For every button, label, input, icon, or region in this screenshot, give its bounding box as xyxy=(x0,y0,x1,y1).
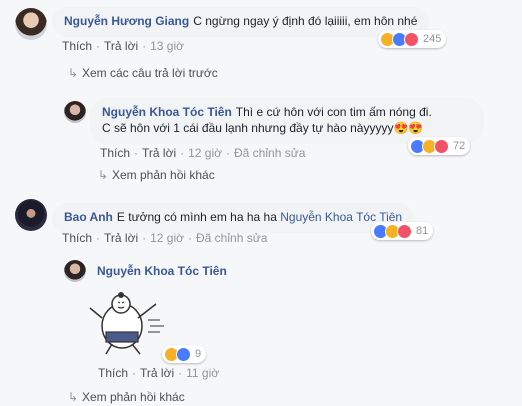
reaction-count: 9 xyxy=(195,348,202,360)
reply-link[interactable]: Trả lời xyxy=(142,146,176,160)
edited-label[interactable]: Đã chỉnh sửa xyxy=(234,146,305,160)
view-previous-replies[interactable]: ↳ Xem các câu trả lời trước xyxy=(68,66,218,80)
separator: · xyxy=(96,231,101,245)
sumo-sticker-image[interactable] xyxy=(88,286,168,358)
reply-link[interactable]: Trả lời xyxy=(140,366,174,380)
separator: · xyxy=(134,146,139,160)
reply-arrow-icon: ↳ xyxy=(68,66,79,80)
comment-actions: Thích · Trả lời · 11 giờ xyxy=(98,366,219,380)
timestamp[interactable]: 12 giờ xyxy=(188,146,222,160)
separator: · xyxy=(132,366,137,380)
reaction-summary[interactable]: 72 xyxy=(408,137,471,155)
comment-actions: Thích · Trả lời · 12 giờ · Đã chỉnh sửa xyxy=(100,146,305,160)
comment-author[interactable]: Nguyễn Hương Giang xyxy=(64,14,189,28)
view-more-replies-label: Xem phản hồi khác xyxy=(82,390,185,404)
reaction-summary[interactable]: 81 xyxy=(371,222,434,240)
love-icon xyxy=(404,31,419,47)
separator: · xyxy=(188,231,192,245)
reaction-summary[interactable]: 245 xyxy=(378,30,447,48)
view-previous-replies-label: Xem các câu trả lời trước xyxy=(82,66,218,80)
love-icon xyxy=(397,223,412,239)
avatar[interactable] xyxy=(64,260,86,282)
comment-bubble: Nguyễn Hương Giang C ngừng ngay ý định đó… xyxy=(52,7,430,37)
love-icon xyxy=(434,138,449,154)
view-more-replies-label: Xem phản hồi khác xyxy=(112,168,215,182)
reply-link[interactable]: Trả lời xyxy=(104,39,138,53)
separator: · xyxy=(142,231,147,245)
comment-actions: Thích · Trả lời · 13 giờ xyxy=(62,39,184,53)
separator: · xyxy=(180,146,185,160)
avatar[interactable] xyxy=(64,101,86,123)
like-icon xyxy=(176,346,191,362)
reply-link[interactable]: Trả lời xyxy=(104,231,138,245)
comment-actions: Thích · Trả lời · 12 giờ · Đã chỉnh sửa xyxy=(62,231,267,245)
reaction-count: 72 xyxy=(453,140,466,152)
like-link[interactable]: Thích xyxy=(98,366,128,380)
comment-text: C sẽ hôn với 1 cái đầu lạnh nhưng đầy tự… xyxy=(102,121,424,135)
timestamp[interactable]: 11 giờ xyxy=(186,366,219,380)
reply-arrow-icon: ↳ xyxy=(98,168,109,182)
comment-author[interactable]: Nguyễn Khoa Tóc Tiên xyxy=(102,105,232,119)
reaction-count: 81 xyxy=(416,225,429,237)
comment-author[interactable]: Nguyễn Khoa Tóc Tiên xyxy=(97,264,227,278)
timestamp[interactable]: 12 giờ xyxy=(150,231,184,245)
separator: · xyxy=(178,366,183,380)
view-more-replies[interactable]: ↳ Xem phản hồi khác xyxy=(68,390,185,404)
like-link[interactable]: Thích xyxy=(100,146,130,160)
comment-text: C ngừng ngay ý định đó lạiiiii, em hôn n… xyxy=(193,14,418,28)
like-link[interactable]: Thích xyxy=(62,231,92,245)
like-link[interactable]: Thích xyxy=(62,39,92,53)
comment-text: Thì e cứ hôn với con tim ấm nóng đi. xyxy=(235,105,432,119)
avatar[interactable] xyxy=(15,199,47,231)
timestamp[interactable]: 13 giờ xyxy=(150,39,184,53)
reaction-summary[interactable]: 9 xyxy=(162,345,207,363)
avatar[interactable] xyxy=(15,8,47,40)
separator: · xyxy=(96,39,101,53)
comment-bubble: Bao Anh E tưởng có mình em ha ha ha Nguyễ… xyxy=(52,203,415,233)
separator: · xyxy=(142,39,147,53)
comment-author[interactable]: Bao Anh xyxy=(64,210,113,224)
view-more-replies[interactable]: ↳ Xem phản hồi khác xyxy=(98,168,215,182)
reply-arrow-icon: ↳ xyxy=(68,390,79,404)
edited-label[interactable]: Đã chỉnh sửa xyxy=(196,231,267,245)
reaction-count: 245 xyxy=(423,33,442,45)
comment-text: E tưởng có mình em ha ha ha xyxy=(116,210,277,224)
separator: · xyxy=(226,146,230,160)
